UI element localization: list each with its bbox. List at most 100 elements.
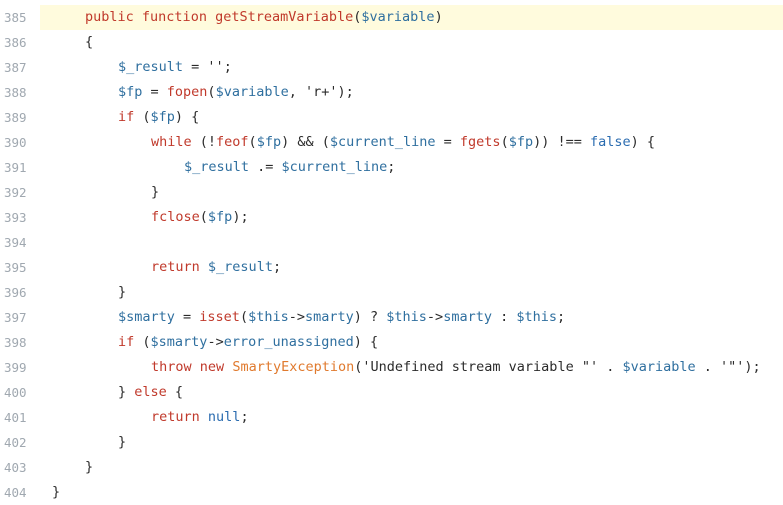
line-number: 389 — [4, 110, 27, 125]
line-number: 403 — [4, 460, 27, 475]
line-number: 393 — [4, 210, 27, 225]
code-token-punct: ( — [239, 309, 249, 325]
code-token-kw: return — [151, 409, 200, 425]
code-token-kw: public — [85, 9, 134, 25]
code-token-kw: while — [151, 134, 192, 150]
code-token-punct: ( — [248, 134, 257, 150]
code-line[interactable]: 385 public function getStreamVariable($va… — [0, 5, 783, 30]
code-token-var: $this — [516, 309, 557, 325]
code-line[interactable]: 398 if ($smarty->error_unassigned) { — [0, 330, 783, 355]
code-text: } — [40, 280, 783, 305]
code-line[interactable]: 389 if ($fp) { — [0, 105, 783, 130]
code-token-punct: { — [166, 384, 184, 400]
code-token-var: $current_line — [329, 134, 436, 150]
code-token-class: SmartyException — [232, 359, 355, 375]
code-token-punct: ) && ( — [281, 134, 330, 150]
code-line[interactable]: 401 return null; — [0, 405, 783, 430]
code-token-call: feof — [216, 134, 249, 150]
line-number: 390 — [4, 135, 27, 150]
code-text: if ($smarty->error_unassigned) { — [40, 330, 783, 355]
code-line[interactable]: 395 return $_result; — [0, 255, 783, 280]
line-number: 388 — [4, 85, 27, 100]
line-number: 398 — [4, 335, 27, 350]
code-token-punct: } — [118, 284, 127, 300]
code-line[interactable]: 400} else { — [0, 380, 783, 405]
code-text: $_result .= $current_line; — [40, 155, 783, 180]
line-number: 394 — [4, 235, 27, 250]
code-token-kw: throw — [151, 359, 192, 375]
code-line[interactable]: 388 $fp = fopen($variable, 'r+'); — [0, 80, 783, 105]
code-token-var: $fp — [118, 84, 143, 100]
line-number: 404 — [4, 485, 27, 500]
code-line[interactable]: 404} — [0, 480, 783, 505]
code-token-var: $smarty — [150, 334, 208, 350]
code-token-plain: . — [695, 359, 721, 375]
code-line[interactable]: 402} — [0, 430, 783, 455]
code-token-var: $_result — [207, 259, 273, 275]
code-token-kw: else — [134, 384, 167, 400]
code-text: { — [40, 30, 783, 55]
code-token-const: null — [207, 409, 241, 425]
code-line[interactable]: 392} — [0, 180, 783, 205]
code-token-prop: error_unassigned — [223, 334, 354, 350]
code-token-punct: ( — [500, 134, 509, 150]
code-token-plain: ( — [134, 109, 151, 125]
code-token-punct: ; — [557, 309, 566, 325]
code-line[interactable]: 403} — [0, 455, 783, 480]
code-text: throw new SmartyException('Undefined str… — [40, 355, 783, 380]
code-editor[interactable]: 385 public function getStreamVariable($va… — [0, 5, 783, 505]
code-token-punct: } — [85, 459, 94, 475]
code-token-punct: ); — [337, 84, 354, 100]
code-text: $fp = fopen($variable, 'r+'); — [40, 80, 783, 105]
code-token-punct: ) { — [630, 134, 656, 150]
code-token-plain: : — [491, 309, 517, 325]
code-line[interactable]: 393 fclose($fp); — [0, 205, 783, 230]
code-text: $_result = ''; — [40, 55, 783, 80]
code-line[interactable]: 399 throw new SmartyException('Undefined … — [0, 355, 783, 380]
code-token-var: $_result — [184, 159, 250, 175]
line-number: 400 — [4, 385, 27, 400]
code-token-var: $_result — [118, 59, 184, 75]
code-token-punct: } — [118, 434, 127, 450]
code-token-var: $variable — [215, 84, 289, 100]
code-token-punct: -> — [426, 309, 444, 325]
code-line[interactable]: 386 { — [0, 30, 783, 55]
code-token-kw: return — [151, 259, 200, 275]
code-token-var: $fp — [508, 134, 534, 150]
code-token-kw: if — [118, 109, 135, 125]
code-token-call: isset — [199, 309, 240, 325]
code-text: return null; — [40, 405, 783, 430]
code-line[interactable]: 387 $_result = ''; — [0, 55, 783, 80]
code-token-var: $this — [248, 309, 289, 325]
code-token-punct: ; — [223, 59, 232, 75]
line-number: 385 — [4, 10, 27, 25]
code-token-punct: ; — [387, 159, 396, 175]
line-number: 396 — [4, 285, 27, 300]
code-token-str: '' — [207, 59, 224, 75]
code-text: fclose($fp); — [40, 205, 783, 230]
code-token-var: $fp — [256, 134, 282, 150]
code-token-punct: , — [288, 84, 305, 100]
code-token-call: fclose — [151, 209, 200, 225]
code-line[interactable]: 390 while (!feof($fp) && ($current_line =… — [0, 130, 783, 155]
code-text: } — [40, 180, 783, 205]
line-number: 397 — [4, 310, 27, 325]
code-line[interactable]: 394 — [0, 230, 783, 255]
code-text: if ($fp) { — [40, 105, 783, 130]
code-line[interactable]: 397 $smarty = isset($this->smarty) ? $thi… — [0, 305, 783, 330]
code-text: } — [40, 455, 783, 480]
code-line[interactable]: 391 $_result .= $current_line; — [0, 155, 783, 180]
code-token-fn: getStreamVariable — [215, 9, 354, 25]
code-token-var: $variable — [622, 359, 696, 375]
code-token-var: $fp — [207, 209, 233, 225]
code-token-str: 'Undefined stream variable "' — [362, 359, 599, 375]
code-token-kw: new — [199, 359, 225, 375]
code-token-str: 'r+' — [304, 84, 338, 100]
code-token-plain: = — [183, 59, 208, 75]
code-line[interactable]: 396} — [0, 280, 783, 305]
code-token-punct: ( — [199, 209, 208, 225]
